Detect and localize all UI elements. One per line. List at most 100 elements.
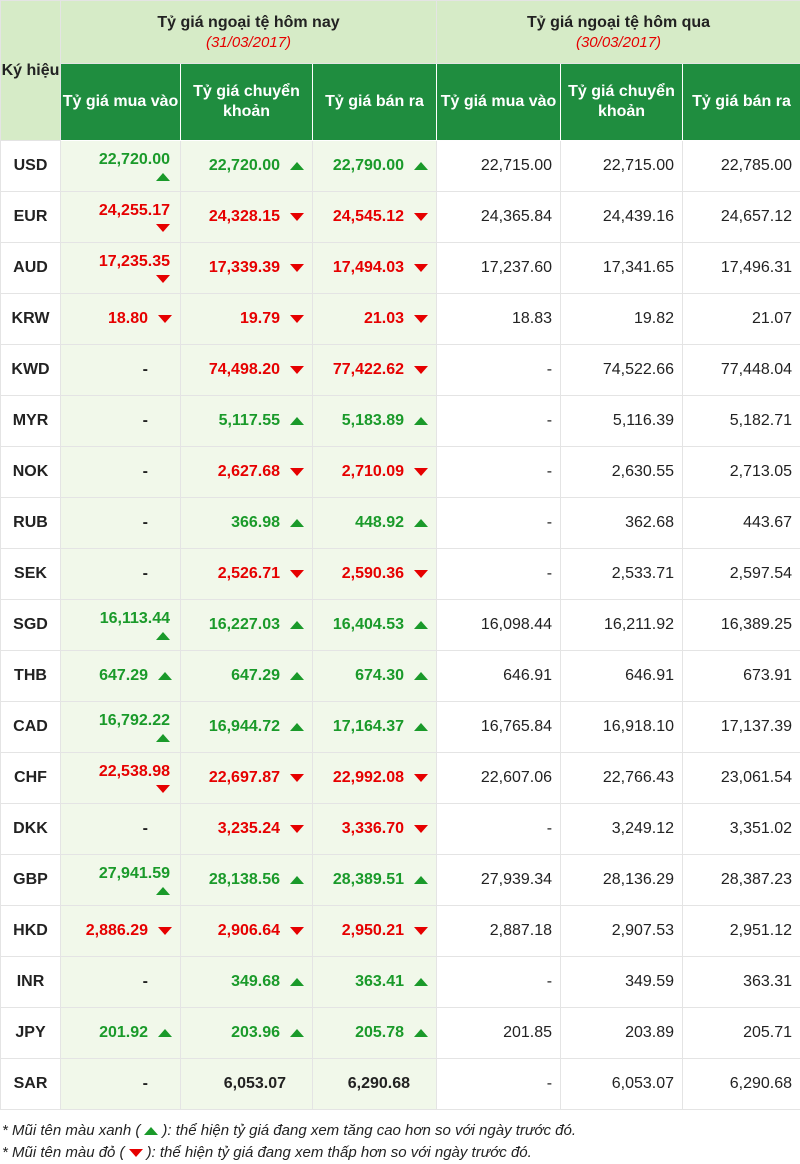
- today-sell-cell: 448.92: [313, 498, 437, 549]
- up-arrow-icon: [290, 723, 304, 731]
- today-transfer-cell: 22,720.00: [181, 141, 313, 192]
- up-arrow-icon: [414, 162, 428, 170]
- yesterday-buy-cell: 24,365.84: [437, 192, 561, 243]
- yesterday-sell-cell: 77,448.04: [683, 345, 800, 396]
- yesterday-transfer-cell: 2,907.53: [561, 906, 683, 957]
- today-buy-cell-value: 22,538.98: [99, 763, 170, 781]
- yesterday-transfer-cell: 349.59: [561, 957, 683, 1008]
- currency-code: SAR: [1, 1059, 61, 1110]
- yesterday-date: (30/03/2017): [437, 34, 800, 51]
- up-arrow-icon: [158, 672, 172, 680]
- table-row: INR-349.68363.41-349.59363.31: [1, 957, 800, 1008]
- yesterday-sell-cell: 3,351.02: [683, 804, 800, 855]
- legend-up-text-after: ): thể hiện tỷ giá đang xem tăng cao hơn…: [162, 1122, 576, 1139]
- today-sell-cell-value: 2,950.21: [342, 922, 404, 939]
- yesterday-sell-cell: 443.67: [683, 498, 800, 549]
- yesterday-buy-cell: -: [437, 345, 561, 396]
- up-arrow-icon: [414, 723, 428, 731]
- today-sell-cell: 77,422.62: [313, 345, 437, 396]
- currency-code: GBP: [1, 855, 61, 906]
- today-sell-cell-value: 28,389.51: [333, 871, 404, 888]
- yesterday-transfer-cell: 203.89: [561, 1008, 683, 1059]
- today-transfer-cell: 19.79: [181, 294, 313, 345]
- today-sell-cell: 22,992.08: [313, 753, 437, 804]
- yesterday-transfer-cell: 24,439.16: [561, 192, 683, 243]
- today-sell-cell: 6,290.68: [313, 1059, 437, 1110]
- today-buy-cell: -: [61, 1059, 181, 1110]
- table-row: JPY201.92203.96205.78201.85203.89205.71: [1, 1008, 800, 1059]
- currency-code: DKK: [1, 804, 61, 855]
- today-transfer-cell-value: 2,627.68: [218, 463, 280, 480]
- yesterday-buy-cell: -: [437, 804, 561, 855]
- down-arrow-icon: [414, 927, 428, 935]
- today-buy-cell-value: 22,720.00: [99, 151, 170, 169]
- yesterday-transfer-cell: 2,533.71: [561, 549, 683, 600]
- today-buy-cell: -: [61, 396, 181, 447]
- today-buy-cell: 22,720.00: [61, 141, 181, 192]
- yesterday-transfer-cell: 6,053.07: [561, 1059, 683, 1110]
- table-row: RUB-366.98448.92-362.68443.67: [1, 498, 800, 549]
- today-sell-cell-value: 22,790.00: [333, 157, 404, 174]
- today-transfer-cell-value: 19.79: [240, 310, 280, 327]
- today-sell-cell: 24,545.12: [313, 192, 437, 243]
- today-sell-cell: 2,950.21: [313, 906, 437, 957]
- down-arrow-icon: [129, 1149, 143, 1157]
- today-transfer-cell-value: 22,720.00: [209, 157, 280, 174]
- up-arrow-icon: [290, 417, 304, 425]
- today-transfer-cell: 349.68: [181, 957, 313, 1008]
- today-buy-cell-value: -: [143, 463, 148, 480]
- today-sell-cell-value: 2,710.09: [342, 463, 404, 480]
- today-buy-cell-value: 2,886.29: [86, 922, 148, 939]
- up-arrow-icon: [156, 632, 170, 640]
- today-transfer-cell-value: 5,117.55: [219, 412, 280, 429]
- up-arrow-icon: [414, 978, 428, 986]
- up-arrow-icon: [290, 978, 304, 986]
- table-row: CHF22,538.9822,697.8722,992.0822,607.062…: [1, 753, 800, 804]
- yesterday-sell-cell: 17,496.31: [683, 243, 800, 294]
- down-arrow-icon: [290, 213, 304, 221]
- yesterday-buy-cell: 27,939.34: [437, 855, 561, 906]
- down-arrow-icon: [158, 315, 172, 323]
- today-transfer-cell: 2,906.64: [181, 906, 313, 957]
- today-transfer-cell-value: 6,053.07: [224, 1075, 286, 1092]
- today-sell-cell: 22,790.00: [313, 141, 437, 192]
- today-sell-cell-value: 3,336.70: [342, 820, 404, 837]
- up-arrow-icon: [156, 734, 170, 742]
- today-buy-cell-value: 16,792.22: [99, 712, 170, 730]
- today-sell-cell-value: 21.03: [364, 310, 404, 327]
- down-arrow-icon: [156, 224, 170, 232]
- table-row: MYR-5,117.555,183.89-5,116.395,182.71: [1, 396, 800, 447]
- down-arrow-icon: [290, 825, 304, 833]
- currency-code: INR: [1, 957, 61, 1008]
- today-transfer-header: Tỷ giá chuyển khoản: [181, 64, 313, 141]
- today-buy-cell-value: 18.80: [108, 310, 148, 327]
- up-arrow-icon: [290, 1029, 304, 1037]
- today-sell-cell: 21.03: [313, 294, 437, 345]
- today-buy-cell-value: -: [143, 820, 148, 837]
- today-buy-cell-value: -: [143, 412, 148, 429]
- up-arrow-icon: [414, 417, 428, 425]
- today-transfer-cell-value: 22,697.87: [209, 769, 280, 786]
- yesterday-sell-cell: 21.07: [683, 294, 800, 345]
- down-arrow-icon: [414, 468, 428, 476]
- today-header: Tỷ giá ngoại tệ hôm nay (31/03/2017): [61, 1, 437, 64]
- today-buy-cell-value: 17,235.35: [99, 253, 170, 271]
- yesterday-buy-cell: -: [437, 1059, 561, 1110]
- down-arrow-icon: [414, 315, 428, 323]
- legend-up-text-before: * Mũi tên màu xanh (: [2, 1122, 140, 1139]
- yesterday-transfer-cell: 19.82: [561, 294, 683, 345]
- yesterday-buy-cell: 201.85: [437, 1008, 561, 1059]
- today-buy-cell: -: [61, 498, 181, 549]
- today-transfer-cell: 6,053.07: [181, 1059, 313, 1110]
- legend-up-note: * Mũi tên màu xanh ( ): thể hiện tỷ giá đ…: [2, 1120, 800, 1142]
- yesterday-header: Tỷ giá ngoại tệ hôm qua (30/03/2017): [437, 1, 800, 64]
- today-sell-cell-value: 17,164.37: [333, 718, 404, 735]
- today-transfer-cell-value: 647.29: [231, 667, 280, 684]
- today-buy-cell-value: 27,941.59: [99, 865, 170, 883]
- currency-code: NOK: [1, 447, 61, 498]
- yesterday-buy-cell: 16,765.84: [437, 702, 561, 753]
- down-arrow-icon: [290, 366, 304, 374]
- up-arrow-icon: [144, 1127, 158, 1135]
- today-sell-cell-value: 5,183.89: [342, 412, 404, 429]
- table-row: DKK-3,235.243,336.70-3,249.123,351.02: [1, 804, 800, 855]
